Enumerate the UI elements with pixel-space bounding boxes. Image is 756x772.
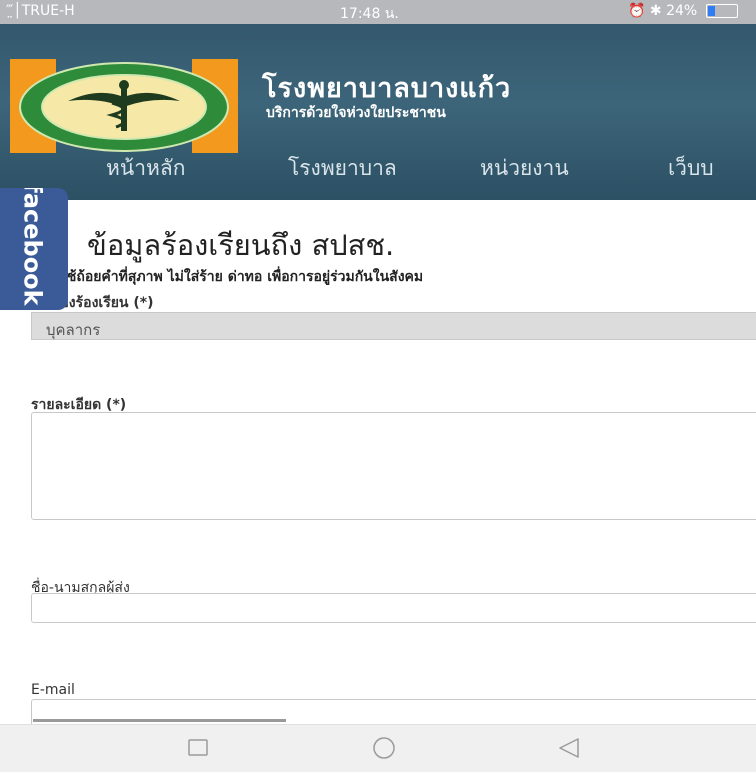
clock: 17:48 น.	[340, 6, 399, 22]
battery-icon	[705, 4, 738, 18]
nav-hospital[interactable]: โรงพยาบาล	[288, 152, 397, 185]
horizontal-scrollbar[interactable]	[33, 719, 286, 722]
name-input[interactable]	[31, 593, 756, 623]
site-header: โรงพยาบาลบางแก้ว บริการด้วยใจห่วงใยประชา…	[0, 24, 756, 200]
detail-textarea[interactable]	[31, 412, 756, 520]
home-button[interactable]	[364, 734, 404, 762]
main-nav: หน้าหลัก โรงพยาบาล หน่วยงาน เว็บบ	[0, 152, 756, 192]
system-nav-bar	[0, 724, 756, 772]
square-icon	[188, 739, 208, 756]
status-bar: ‴̤│TRUE-H 17:48 น. ⏰ ✱ 24%	[0, 0, 756, 24]
status-right: ⏰ ✱ 24%	[628, 3, 738, 19]
hospital-logo[interactable]	[8, 57, 240, 157]
back-triangle-icon	[559, 738, 579, 758]
nav-web[interactable]: เว็บบ	[668, 152, 714, 185]
nav-departments[interactable]: หน่วยงาน	[480, 152, 569, 185]
back-button[interactable]	[548, 734, 588, 762]
circle-icon	[373, 737, 395, 759]
complaint-form: ข้อมูลร้องเรียนถึง สปสช. ใช้ถ้อยคำที่สุภ…	[0, 200, 756, 725]
subject-select[interactable]: บุคลากร	[31, 312, 756, 340]
bluetooth-icon: ✱	[649, 3, 662, 19]
form-notice: ใช้ถ้อยคำที่สุภาพ ไม่ใส่ร้าย ด่าทอ เพื่อ…	[60, 269, 424, 285]
page-title: ข้อมูลร้องเรียนถึง สปสช.	[87, 228, 395, 262]
email-label: E-mail	[31, 682, 75, 698]
recent-apps-button[interactable]	[178, 734, 218, 762]
facebook-label: facebook	[18, 188, 47, 306]
nav-home[interactable]: หน้าหลัก	[106, 152, 185, 185]
facebook-tab[interactable]: facebook	[0, 188, 68, 310]
hospital-slogan: บริการด้วยใจห่วงใยประชาชน	[266, 105, 446, 121]
alarm-icon: ⏰	[628, 3, 646, 19]
carrier-label: ‴̤│TRUE-H	[6, 3, 75, 19]
battery-percent: 24%	[666, 3, 698, 19]
